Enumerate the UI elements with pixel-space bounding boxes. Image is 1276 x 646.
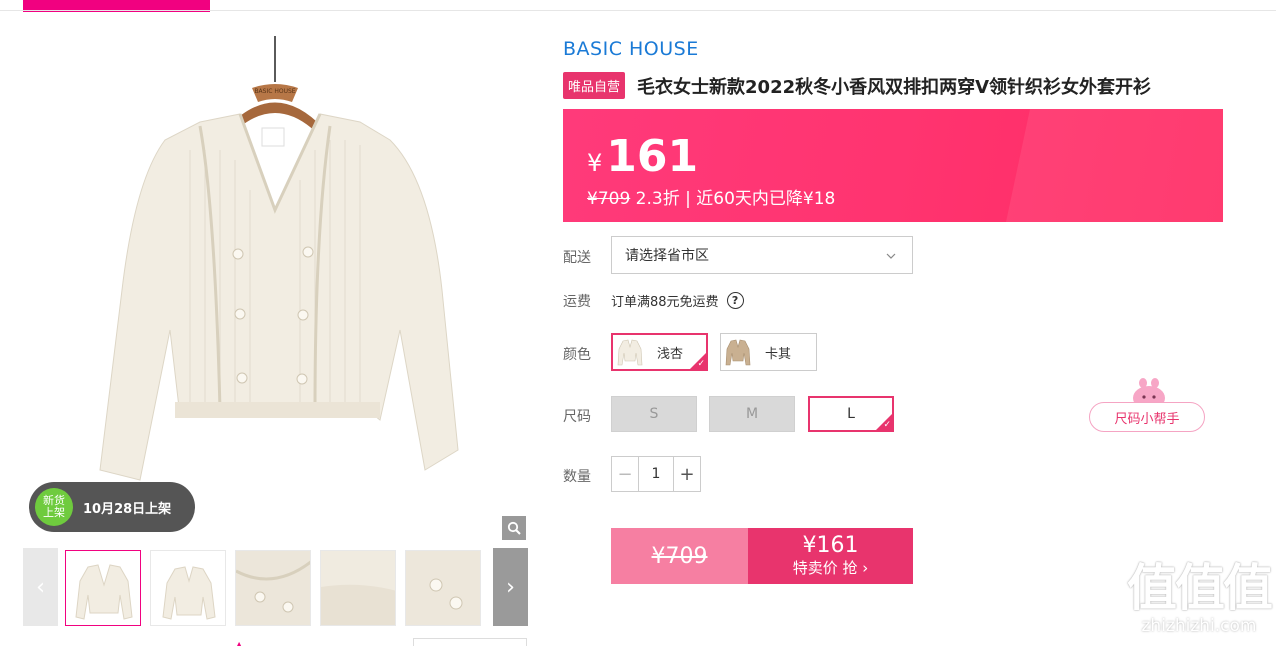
price-separator: | [685,189,691,209]
quantity-stepper: − 1 + [611,456,701,492]
region-select-value: 请选择省市区 [625,248,709,264]
top-divider [0,10,1276,11]
quantity-decrease-button[interactable]: − [612,457,638,491]
discount-rate: 2.3折 [635,189,680,209]
color-option-light-apricot[interactable]: 浅杏 ✓ [611,333,708,371]
currency-symbol: ¥ [587,149,603,177]
checkmark-icon: ✓ [697,359,705,369]
zoom-button[interactable] [502,516,526,540]
thumbnail-1[interactable] [65,550,141,626]
shipping-label: 运费 [563,294,591,310]
new-badge-line2: 上架 [43,506,65,519]
current-price: ¥ 161 [587,131,698,182]
size-option-l[interactable]: L ✓ [808,396,894,432]
thumbnail-prev-button[interactable]: ‹ [23,548,58,626]
quantity-input[interactable]: 1 [638,457,674,491]
color-swatch-image [725,339,751,366]
watermark-logo: 值值值 [1127,559,1273,617]
thumbnail-strip: ‹ › [23,548,528,626]
price-panel-decoration [1005,109,1223,222]
size-helper-button[interactable]: 尺码小帮手 [1089,402,1205,432]
buy-action-label: 特卖价 抢 › [792,559,869,577]
size-label: 尺码 [563,409,591,425]
partial-element-edge [413,638,527,646]
size-option-s[interactable]: S [611,396,697,432]
help-icon[interactable]: ? [726,292,744,309]
price-panel: ¥ 161 ¥709 2.3折 | 近60天内已降¥18 [563,109,1223,222]
color-swatch-image [617,339,643,366]
thumbnail-4[interactable] [320,550,396,626]
delivery-label: 配送 [563,250,591,266]
chevron-left-icon: ‹ [36,574,45,600]
shipping-text: 订单满88元免运费 [611,295,719,310]
product-title: 毛衣女士新款2022秋冬小香风双排扣两穿V领针织衫女外套开衫 [637,76,1152,98]
hanger-brand-text: BASIC HOUSE [254,88,295,95]
buy-original-price: ¥709 [611,528,748,584]
color-option-khaki[interactable]: 卡其 [720,333,817,371]
color-label: 颜色 [563,347,591,363]
size-option-m[interactable]: M [709,396,795,432]
shipping-info: 订单满88元免运费 ? [611,291,744,310]
buy-now-button[interactable]: ¥161 特卖价 抢 › [748,528,913,584]
new-arrival-icon: 新货 上架 [35,488,73,526]
color-option-label: 卡其 [765,346,792,362]
new-arrival-date: 10月28日上架 [83,501,172,517]
chevron-right-icon: › [506,574,515,600]
thumbnail-next-button[interactable]: › [493,548,528,626]
quantity-increase-button[interactable]: + [674,457,700,491]
thumbnail-3[interactable] [235,550,311,626]
region-select[interactable]: 请选择省市区 [611,236,913,274]
checkmark-icon: ✓ [883,420,891,430]
brand-name[interactable]: BASIC HOUSE [563,38,699,60]
color-option-label: 浅杏 [657,346,684,362]
watermark-domain: zhizhizhi.com [1141,616,1257,636]
magnifier-icon [507,521,521,535]
current-price-value: 161 [606,131,699,182]
size-option-label: L [847,406,855,422]
product-title-row: 唯品自营 毛衣女士新款2022秋冬小香风双排扣两穿V领针织衫女外套开衫 [563,72,1151,99]
new-arrival-badge: 新货 上架 10月28日上架 [29,482,195,532]
thumbnail-2[interactable] [150,550,226,626]
original-price: ¥709 [587,189,631,209]
chevron-down-icon [886,248,896,262]
price-history: 近60天内已降¥18 [696,189,836,209]
thumbnail-5[interactable] [405,550,481,626]
price-detail: ¥709 2.3折 | 近60天内已降¥18 [587,184,835,209]
quantity-label: 数量 [563,469,591,485]
main-product-image[interactable]: BASIC HOUSE [30,30,530,535]
site-watermark: 值值值 zhizhizhi.com [1124,560,1274,636]
self-operated-tag: 唯品自营 [563,72,626,99]
partial-pink-mark: ▲ [236,640,243,646]
buy-button[interactable]: ¥709 ¥161 特卖价 抢 › [611,528,913,584]
buy-price: ¥161 [802,533,859,558]
